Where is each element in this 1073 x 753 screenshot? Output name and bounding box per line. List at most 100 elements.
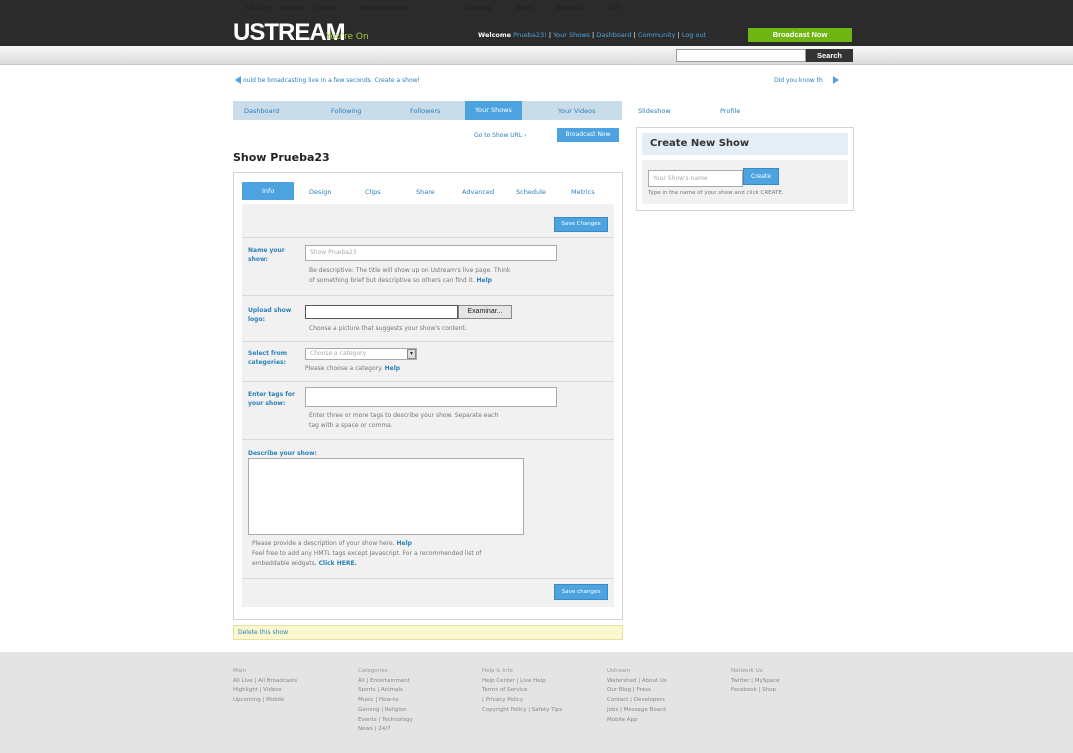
cat-gaming[interactable]: Gaming [465,5,491,12]
divider [242,341,614,342]
cat-news[interactable]: News [515,5,533,12]
show-name-input[interactable]: Show Prueba23 [305,245,557,261]
logo-file-input[interactable] [305,305,458,319]
your-shows-link[interactable]: Your Shows [553,31,590,39]
upload-logo-label: Upload show logo: [248,307,292,323]
tags-label: Enter tags for your show: [248,391,295,407]
footer-link[interactable]: Facebook | Shop [731,686,780,696]
log-out-link[interactable]: Log out [682,31,706,39]
footer-link[interactable]: News | 24/7 [358,725,413,735]
cat-24-7[interactable]: 24/7 [607,5,621,12]
category-bar [0,46,1073,65]
name-help-line1: Be descriptive: The title will show up o… [309,267,511,274]
tab-advanced[interactable]: Advanced [462,188,494,196]
footer-heading: Network Us [731,668,763,674]
dashboard-link[interactable]: Dashboard [596,31,631,39]
tab-info[interactable]: Info [242,182,295,200]
logo-tagline: You're On [326,32,369,42]
arrow-right-icon[interactable] [833,76,839,84]
tags-input[interactable] [305,387,557,407]
tab-following[interactable]: Following [331,107,361,115]
cat-entertainment[interactable]: Entertainment [360,5,407,12]
tab-followers[interactable]: Followers [410,107,440,115]
tags-help-line1: Enter three or more tags to describe you… [309,412,499,419]
cat-animals[interactable]: Animals [555,5,582,12]
tab-profile[interactable]: Profile [720,107,740,115]
footer-col-categories: Categories All | Entertainment Sports | … [358,667,413,735]
tab-share[interactable]: Share [416,188,435,196]
username-link[interactable]: Prueba23! [513,31,547,39]
category-label: Select from categories: [248,350,287,366]
did-you-know-link[interactable]: Did you know th [774,77,823,84]
footer-link[interactable]: Contact | Developers [607,696,667,706]
show-name-create-input[interactable]: Your Show's name [648,170,743,187]
tab-your-videos[interactable]: Your Videos [558,107,596,115]
description-textarea[interactable] [248,458,524,535]
footer-col-help: Help & Info Help Center | Live Help Term… [482,667,562,716]
promo-text[interactable]: ould be broadcasting live in a few secon… [243,77,420,84]
category-select[interactable]: Choose a category [305,348,417,360]
top-bar [0,0,1073,46]
category-help-text: Please choose a category. Help [305,364,400,374]
describe-help-line3: embeddable widgets, [252,560,317,567]
community-link[interactable]: Community [638,31,676,39]
create-button[interactable]: Create [743,168,779,185]
delete-show-link[interactable]: Delete this show [233,625,623,640]
footer-link[interactable]: All Live | All Broadcasts [233,677,297,687]
footer-link[interactable]: | Privacy Policy [482,696,562,706]
footer-link[interactable]: Jobs | Message Board [607,706,667,716]
divider [242,237,614,238]
footer-link[interactable]: Sports | Animals [358,686,413,696]
chevron-down-icon[interactable]: ▾ [407,349,416,359]
cat-all-live[interactable]: All Live [245,5,270,12]
divider [242,381,614,382]
broadcast-now-small-button[interactable]: Broadcast Now [557,128,619,142]
category-help-line: Please choose a category. [305,365,383,372]
footer-link[interactable]: Help Center | Live Help [482,677,562,687]
footer-link[interactable]: Twitter | MySpace [731,677,780,687]
footer-link[interactable]: All | Entertainment [358,677,413,687]
tab-dashboard[interactable]: Dashboard [244,107,279,115]
tab-metrics[interactable]: Metrics [571,188,595,196]
tab-slideshow[interactable]: Slideshow [638,107,671,115]
search-input[interactable] [676,49,806,62]
footer-link[interactable]: Watershed | About Us [607,677,667,687]
welcome-label: Welcome [478,31,512,39]
tab-schedule[interactable]: Schedule [516,188,546,196]
footer-link[interactable]: Our Blog | Press [607,686,667,696]
cat-mobile[interactable]: Mobile [281,5,303,12]
page-title: Show Prueba23 [233,151,330,164]
category-help-link[interactable]: Help [385,365,400,372]
save-changes-bottom-button[interactable]: Save changes [554,584,608,600]
describe-label: Describe your show: [248,450,317,457]
broadcast-now-button[interactable]: Broadcast Now [748,28,852,42]
footer-link[interactable]: Music | How-to [358,696,413,706]
create-show-title: Create New Show [642,133,848,155]
examinar-button[interactable]: Examinar... [458,305,512,319]
go-to-show-url-link[interactable]: Go to Show URL › [474,132,526,139]
footer-heading: Ustream [607,668,631,674]
save-changes-top-button[interactable]: Save Changes [554,217,608,232]
footer-heading: Help & Info [482,668,513,674]
footer-link[interactable]: Mobile App [607,716,667,726]
cat-sports[interactable]: Sports [315,5,337,12]
footer-link[interactable]: Highlight | Videos [233,686,297,696]
click-here-link[interactable]: Click HERE. [319,560,357,567]
footer-link[interactable]: Events | Technology [358,716,413,726]
tab-design[interactable]: Design [309,188,331,196]
footer-col-main: Main All Live | All Broadcasts Highlight… [233,667,297,706]
tab-your-shows[interactable]: Your Shows [465,101,522,120]
footer-link[interactable]: Copyright Policy | Safety Tips [482,706,562,716]
footer-link[interactable]: Terms of Service [482,686,562,696]
divider [242,295,614,296]
describe-help-link[interactable]: Help [397,540,412,547]
tab-clips[interactable]: Clips [365,188,381,196]
footer-heading: Main [233,668,247,674]
arrow-left-icon[interactable] [235,76,241,84]
welcome-bar: Welcome Prueba23! | Your Shows | Dashboa… [478,31,707,39]
footer-link[interactable]: Upcoming | Mobile [233,696,297,706]
describe-help-text: Please provide a description of your sho… [252,539,481,569]
name-help-link[interactable]: Help [476,277,491,284]
search-button[interactable]: Search [806,49,853,62]
footer-link[interactable]: Gaming | Religion [358,706,413,716]
